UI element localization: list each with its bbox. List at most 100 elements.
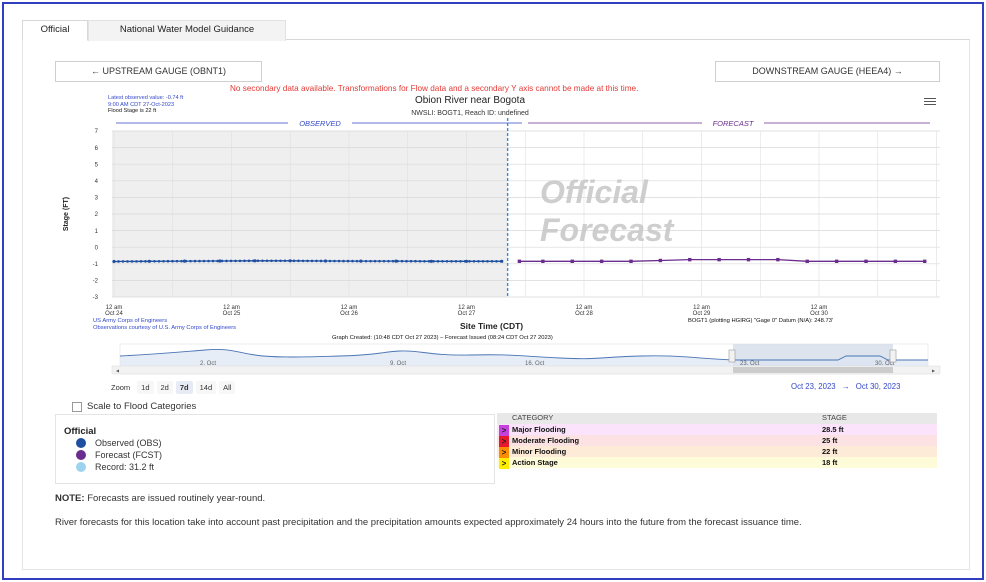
observed-data-point[interactable] (364, 259, 368, 263)
observed-data-point[interactable] (175, 259, 179, 263)
observed-data-point[interactable] (319, 259, 323, 263)
observed-data-point[interactable] (405, 259, 408, 263)
observed-data-point[interactable] (468, 260, 471, 263)
observed-data-point[interactable] (171, 259, 174, 263)
forecast-data-point[interactable] (746, 257, 751, 262)
observed-data-point[interactable] (432, 260, 435, 263)
observed-data-point[interactable] (270, 259, 273, 263)
forecast-data-point[interactable] (688, 257, 692, 262)
observed-data-point[interactable] (238, 259, 242, 263)
forecast-data-point[interactable] (805, 259, 809, 264)
observed-data-point[interactable] (418, 259, 422, 263)
forecast-data-point[interactable] (864, 259, 868, 264)
observed-data-point[interactable] (409, 259, 413, 263)
observed-data-point[interactable] (391, 259, 395, 263)
observed-data-point[interactable] (337, 259, 341, 263)
observed-data-point[interactable] (166, 259, 170, 263)
observed-data-point[interactable] (324, 259, 327, 263)
navigator-left-handle[interactable] (728, 349, 736, 363)
observed-data-point[interactable] (382, 259, 386, 263)
forecast-data-point[interactable] (923, 259, 927, 264)
observed-data-point[interactable] (490, 260, 494, 263)
observed-data-point[interactable] (477, 260, 480, 263)
observed-data-point[interactable] (441, 260, 444, 263)
zoom-1d-button[interactable]: 1d (137, 380, 154, 394)
observed-data-point[interactable] (193, 259, 197, 263)
observed-data-point[interactable] (342, 259, 345, 263)
observed-data-point[interactable] (288, 259, 291, 263)
source-agency[interactable]: US Army Corps of Engineers (93, 318, 167, 324)
navigator-right-handle[interactable] (889, 349, 897, 363)
observed-data-point[interactable] (112, 260, 116, 263)
observed-data-point[interactable] (135, 260, 138, 263)
forecast-data-point[interactable] (893, 259, 898, 264)
range-from-input[interactable]: Oct 23, 2023 (791, 382, 836, 391)
observed-data-point[interactable] (486, 260, 489, 263)
observed-data-point[interactable] (310, 259, 314, 263)
observed-data-point[interactable] (216, 259, 219, 263)
observed-data-point[interactable] (333, 259, 336, 263)
observed-data-point[interactable] (427, 259, 431, 263)
observed-data-point[interactable] (274, 259, 278, 263)
observed-data-point[interactable] (463, 260, 467, 263)
observed-data-point[interactable] (117, 260, 120, 263)
zoom-2d-button[interactable]: 2d (156, 380, 173, 394)
observed-data-point[interactable] (351, 259, 354, 263)
zoom-all-button[interactable]: All (219, 380, 236, 394)
observed-data-point[interactable] (202, 259, 206, 263)
observed-data-point[interactable] (207, 259, 210, 263)
observed-data-point[interactable] (369, 259, 372, 263)
zoom-7d-button[interactable]: 7d (175, 380, 193, 394)
forecast-data-point[interactable] (517, 259, 522, 264)
observed-data-point[interactable] (153, 259, 156, 263)
observed-data-point[interactable] (297, 259, 300, 263)
observed-data-point[interactable] (252, 259, 255, 263)
scale-checkbox[interactable] (72, 401, 82, 412)
observed-data-point[interactable] (184, 259, 188, 263)
navigator-scrollbar-thumb[interactable] (733, 367, 893, 373)
observed-data-point[interactable] (139, 260, 143, 263)
observed-data-point[interactable] (373, 259, 377, 263)
observed-data-point[interactable] (144, 260, 147, 263)
observed-data-point[interactable] (301, 259, 305, 263)
observed-data-point[interactable] (157, 259, 161, 263)
observed-data-point[interactable] (459, 260, 462, 263)
observed-data-point[interactable] (499, 260, 503, 263)
observed-data-point[interactable] (292, 259, 296, 263)
observed-data-point[interactable] (243, 259, 246, 263)
observed-data-point[interactable] (355, 259, 359, 263)
forecast-data-point[interactable] (541, 259, 545, 264)
observed-data-point[interactable] (130, 260, 134, 263)
forecast-data-point[interactable] (776, 257, 780, 262)
forecast-data-point[interactable] (629, 259, 633, 264)
forecast-data-point[interactable] (717, 257, 721, 262)
observed-data-point[interactable] (436, 260, 440, 263)
observed-data-point[interactable] (247, 259, 251, 263)
observed-data-point[interactable] (189, 259, 192, 263)
observed-data-point[interactable] (472, 260, 476, 263)
range-to-input[interactable]: Oct 30, 2023 (856, 382, 901, 391)
observed-data-point[interactable] (211, 259, 215, 263)
observed-data-point[interactable] (234, 259, 237, 263)
observed-data-point[interactable] (346, 259, 350, 263)
observed-data-point[interactable] (423, 259, 426, 263)
observed-data-point[interactable] (220, 259, 224, 263)
forecast-data-point[interactable] (599, 259, 604, 264)
forecast-data-point[interactable] (658, 258, 663, 263)
observed-data-point[interactable] (198, 259, 201, 263)
observed-data-point[interactable] (162, 259, 165, 263)
observed-data-point[interactable] (450, 260, 453, 263)
observed-data-point[interactable] (315, 259, 318, 263)
observed-data-point[interactable] (121, 260, 125, 263)
observed-data-point[interactable] (445, 260, 449, 263)
observed-data-point[interactable] (256, 259, 260, 263)
legend-item-record[interactable]: Record: 31.2 ft (76, 462, 154, 472)
observed-data-point[interactable] (148, 260, 152, 263)
scale-to-flood-categories[interactable]: Scale to Flood Categories (72, 401, 196, 412)
observed-data-point[interactable] (454, 260, 458, 263)
observed-data-point[interactable] (180, 259, 183, 263)
observed-data-point[interactable] (229, 259, 233, 263)
observed-data-point[interactable] (396, 259, 399, 263)
observed-data-point[interactable] (387, 259, 390, 263)
observed-data-point[interactable] (378, 259, 381, 263)
